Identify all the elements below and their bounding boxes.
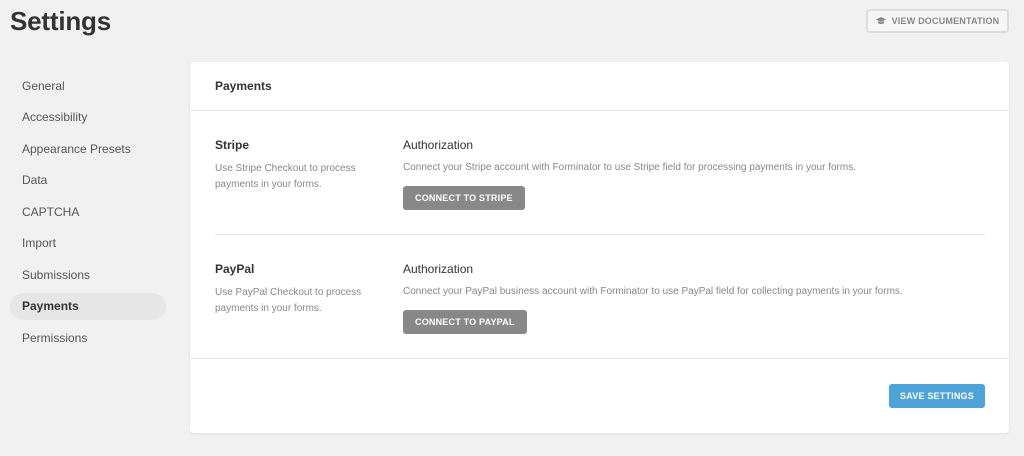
sidebar-item-appearance-presets[interactable]: Appearance Presets [10,135,166,162]
settings-sidebar: General Accessibility Appearance Presets… [10,72,166,356]
sidebar-item-captcha[interactable]: CAPTCHA [10,198,166,225]
stripe-section: Stripe Use Stripe Checkout to process pa… [215,111,985,235]
connect-stripe-button[interactable]: Connect to Stripe [403,186,525,210]
sidebar-item-data[interactable]: Data [10,167,166,194]
stripe-title: Stripe [215,138,250,152]
paypal-description: Use PayPal Checkout to process payments … [215,287,362,314]
stripe-authorization-title: Authorization [403,138,474,152]
sidebar-item-accessibility[interactable]: Accessibility [10,104,166,131]
stripe-description: Use Stripe Checkout to process payments … [215,163,356,190]
sidebar-item-general[interactable]: General [10,72,166,99]
paypal-section: PayPal Use PayPal Checkout to process pa… [215,235,985,359]
payments-panel: Payments Stripe Use Stripe Checkout to p… [190,62,1009,433]
panel-title: Payments [190,62,1009,111]
stripe-authorization-description: Connect your Stripe account with Formina… [403,162,856,173]
paypal-authorization-description: Connect your PayPal business account wit… [403,286,903,297]
view-documentation-label: View Documentation [891,16,1000,26]
sidebar-item-import[interactable]: Import [10,230,166,257]
paypal-authorization-title: Authorization [403,262,474,276]
sidebar-item-permissions[interactable]: Permissions [10,324,166,351]
page-title: Settings [10,6,111,36]
sidebar-item-payments[interactable]: Payments [10,292,166,320]
graduation-cap-icon [875,16,886,26]
sidebar-item-submissions[interactable]: Submissions [10,261,166,288]
connect-paypal-button[interactable]: Connect to PayPal [403,310,527,334]
save-settings-button[interactable]: Save Settings [889,384,985,408]
view-documentation-button[interactable]: View Documentation [866,9,1009,33]
paypal-title: PayPal [215,262,255,276]
panel-footer: Save Settings [190,358,1009,433]
